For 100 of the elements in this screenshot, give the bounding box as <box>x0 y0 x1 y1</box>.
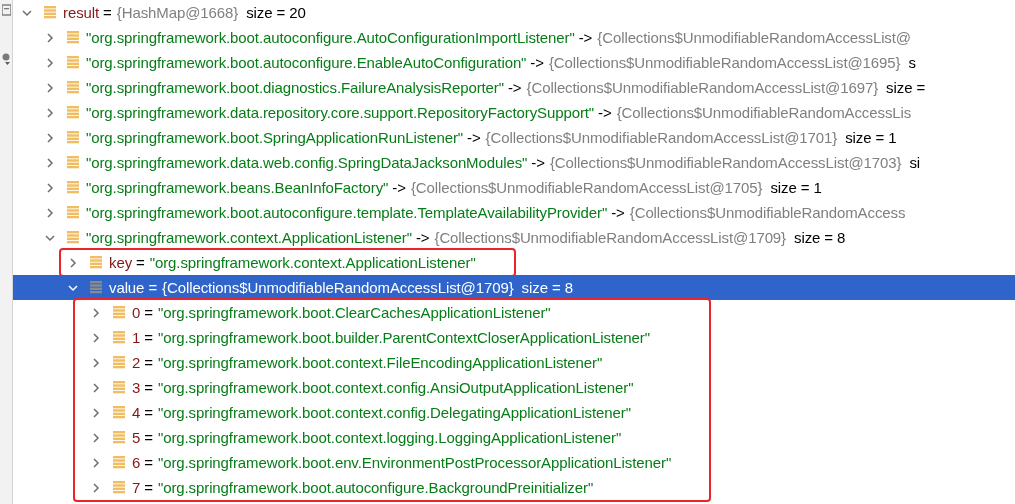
field-icon <box>113 456 125 469</box>
separator-text: = <box>136 254 145 271</box>
variable-name: 1 <box>132 329 141 346</box>
variable-value: {Collections$UnmodifiableRandomAccessList@1705} <box>410 179 763 196</box>
variable-value: "org.springframework.boot.ClearCachesApplicationListener" <box>157 304 551 321</box>
separator-text: = <box>144 404 153 421</box>
separator-text: -> <box>415 229 430 246</box>
variable-name: 0 <box>132 304 141 321</box>
variable-name: "org.springframework.context.ApplicationListener" <box>86 229 412 246</box>
tree-row[interactable]: 7 = "org.springframework.boot.autoconfigure.BackgroundPreinitializer" <box>75 475 680 500</box>
separator-text: -> <box>392 179 406 196</box>
tree-row[interactable]: 0 = "org.springframework.boot.ClearCachesApplicationListener" <box>75 300 680 325</box>
variable-value: {HashMap@1668} <box>116 4 239 21</box>
separator-text: = <box>144 379 153 396</box>
tree-row[interactable]: result = {HashMap@1668} size = 20 <box>13 0 1015 25</box>
size-text: size = 1 <box>770 179 822 196</box>
tree-row[interactable]: 1 = "org.springframework.boot.builder.ParentContextCloserApplicationListener" <box>75 325 680 350</box>
field-icon <box>90 281 102 294</box>
field-icon <box>67 231 79 244</box>
field-icon <box>113 481 125 494</box>
tree-row[interactable]: "org.springframework.boot.SpringApplicationRunListener" -> {Collections$UnmodifiableRandomAccessList@1701} size = 1 <box>13 125 1015 150</box>
separator-text: = <box>103 4 112 21</box>
size-text: si <box>909 154 921 171</box>
tree-row[interactable]: "org.springframework.data.web.config.SpringDataJacksonModules" -> {Collections$UnmodifiableRandomAccessList@1703} si <box>13 150 1015 175</box>
size-text: size = 8 <box>794 229 846 246</box>
tree-row[interactable]: 6 = "org.springframework.boot.env.EnvironmentPostProcessorApplicationListener" <box>75 450 680 475</box>
variable-value: "org.springframework.boot.autoconfigure.BackgroundPreinitializer" <box>157 479 594 496</box>
separator-text: -> <box>578 29 593 46</box>
field-icon <box>67 131 79 144</box>
field-icon <box>90 256 102 269</box>
variable-value: "org.springframework.boot.context.config.DelegatingApplicationListener" <box>157 404 631 421</box>
field-icon <box>44 6 56 19</box>
variable-name: "org.springframework.data.web.config.SpringDataJacksonModules" <box>86 154 528 171</box>
variable-name: 6 <box>132 454 141 471</box>
tree-row[interactable]: 5 = "org.springframework.boot.context.logging.LoggingApplicationListener" <box>75 425 680 450</box>
separator-text: = <box>144 479 153 496</box>
variable-name: "org.springframework.boot.diagnostics.FailureAnalysisReporter" <box>86 79 504 96</box>
separator-text: = <box>144 354 153 371</box>
field-icon <box>67 81 79 94</box>
field-icon <box>67 156 79 169</box>
variable-value: {Collections$UnmodifiableRandomAccessList@1697} <box>526 79 879 96</box>
tree-row[interactable]: key = "org.springframework.context.ApplicationListener" <box>61 250 484 275</box>
variable-name: value <box>109 279 145 296</box>
list-icon[interactable] <box>1 4 11 16</box>
tree-row[interactable]: value = {Collections$UnmodifiableRandomAccessList@1709} size = 8 <box>13 275 1015 300</box>
separator-text: = <box>148 279 158 296</box>
variable-value: "org.springframework.boot.context.logging.LoggingApplicationListener" <box>157 429 622 446</box>
variable-value: "org.springframework.boot.context.FileEncodingApplicationListener" <box>157 354 603 371</box>
variable-value: {Collections$UnmodifiableRandomAccessList@1703} <box>549 154 902 171</box>
tree-row[interactable]: 3 = "org.springframework.boot.context.config.AnsiOutputApplicationListener" <box>75 375 680 400</box>
tree-row[interactable]: "org.springframework.boot.autoconfigure.EnableAutoConfiguration" -> {Collections$UnmodifiableRandomAccessList@1695} s <box>13 50 1015 75</box>
separator-text: -> <box>531 154 545 171</box>
separator-text: = <box>144 304 153 321</box>
field-icon <box>67 206 79 219</box>
field-icon <box>67 106 79 119</box>
tree-row[interactable]: "org.springframework.boot.autoconfigure.template.TemplateAvailabilityProvider" -> {Collections$UnmodifiableRandomAccess <box>13 200 1015 225</box>
variable-name: "org.springframework.beans.BeanInfoFactory" <box>86 179 389 196</box>
tree-row[interactable]: 2 = "org.springframework.boot.context.FileEncodingApplicationListener" <box>75 350 680 375</box>
variable-name: "org.springframework.boot.SpringApplicationRunListener" <box>86 129 463 146</box>
tree-row[interactable]: "org.springframework.boot.autoconfigure.AutoConfigurationImportListener" -> {Collections$UnmodifiableRandomAccessList@ <box>13 25 1015 50</box>
separator-text: -> <box>507 79 522 96</box>
variable-name: "org.springframework.boot.autoconfigure.EnableAutoConfiguration" <box>86 54 527 71</box>
tree-row[interactable]: "org.springframework.data.repository.core.support.RepositoryFactorySupport" -> {Collections$UnmodifiableRandomAccessLis <box>13 100 1015 125</box>
separator-text: = <box>144 429 153 446</box>
variable-value: "org.springframework.boot.context.config.AnsiOutputApplicationListener" <box>157 379 634 396</box>
variable-name: 5 <box>132 429 141 446</box>
field-icon <box>113 306 125 319</box>
size-text: size = <box>886 79 926 96</box>
size-text: size = 1 <box>845 129 897 146</box>
variable-value: {Collections$UnmodifiableRandomAccessList@ <box>597 29 911 46</box>
variable-value: {Collections$UnmodifiableRandomAccessList@1701} <box>485 129 838 146</box>
variable-name: "org.springframework.boot.autoconfigure.AutoConfigurationImportListener" <box>86 29 575 46</box>
field-icon <box>113 356 125 369</box>
tree-row[interactable]: "org.springframework.context.ApplicationListener" -> {Collections$UnmodifiableRandomAccessList@1709} size = 8 <box>13 225 1015 250</box>
field-icon <box>67 56 79 69</box>
field-icon <box>67 181 79 194</box>
variable-name: 3 <box>132 379 141 396</box>
variable-name: "org.springframework.boot.autoconfigure.template.TemplateAvailabilityProvider" <box>86 204 608 221</box>
variable-value: "org.springframework.context.ApplicationListener" <box>149 254 476 271</box>
size-text: size = 20 <box>246 4 306 21</box>
separator-text: -> <box>611 204 625 221</box>
field-icon <box>113 381 125 394</box>
field-icon <box>67 31 79 44</box>
variable-name: result <box>63 4 100 21</box>
field-icon <box>113 331 125 344</box>
field-icon <box>113 406 125 419</box>
tree-row[interactable]: "org.springframework.boot.diagnostics.FailureAnalysisReporter" -> {Collections$UnmodifiableRandomAccessList@1697} size = <box>13 75 1015 100</box>
size-text: s <box>908 54 916 71</box>
field-icon <box>113 431 125 444</box>
variable-name: 2 <box>132 354 141 371</box>
variable-name: 4 <box>132 404 141 421</box>
variable-value: {Collections$UnmodifiableRandomAccessList@1695} <box>548 54 901 71</box>
variable-value: "org.springframework.boot.builder.ParentContextCloserApplicationListener" <box>157 329 650 346</box>
separator-text: -> <box>467 129 481 146</box>
variable-value: {Collections$UnmodifiableRandomAccessLis <box>616 104 912 121</box>
separator-text: -> <box>530 54 544 71</box>
tree-row[interactable]: 4 = "org.springframework.boot.context.config.DelegatingApplicationListener" <box>75 400 680 425</box>
variable-name: 7 <box>132 479 141 496</box>
tree-row[interactable]: "org.springframework.beans.BeanInfoFactory" -> {Collections$UnmodifiableRandomAccessList@1705} size = 1 <box>13 175 1015 200</box>
variable-name: key <box>109 254 133 271</box>
